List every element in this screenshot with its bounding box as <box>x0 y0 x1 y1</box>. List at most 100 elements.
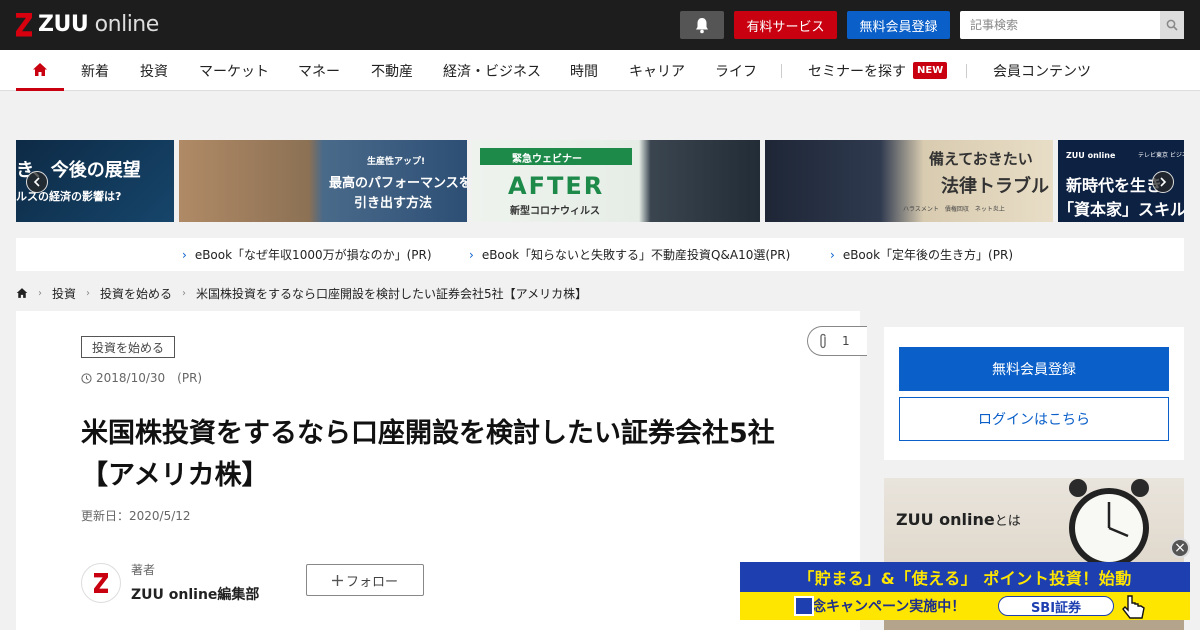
slide-heading: 新時代を生き <box>1066 176 1163 195</box>
chevron-right-icon: › <box>830 247 835 262</box>
sidebar-login-button[interactable]: ログインはこちら <box>899 397 1169 441</box>
nav-home[interactable] <box>16 50 64 91</box>
clock-icon <box>81 372 92 384</box>
home-icon[interactable] <box>16 287 28 299</box>
main-nav: 新着 投資 マーケット マネー 不動産 経済・ビジネス 時間 キャリア ライフ … <box>0 50 1200 91</box>
follow-label: フォロー <box>345 574 398 590</box>
close-icon: × <box>1174 540 1186 556</box>
article-card: 投資を始める 1 2018/10/30 (PR) 米国株投資をするなら口座開設を… <box>16 311 867 630</box>
author-label: 著者 <box>131 563 156 577</box>
chevron-right-icon <box>1160 177 1167 187</box>
chevron-right-icon: › <box>38 287 42 299</box>
nav-item-new[interactable]: 新着 <box>81 50 109 91</box>
breadcrumb: › 投資 › 投資を始める › 米国株投資をするなら口座開設を検討したい証券会社… <box>16 284 587 302</box>
ebook-link-label: eBook「なぜ年収1000万が損なのか」(PR) <box>194 248 432 262</box>
logo-main-text: ZUU <box>38 12 89 37</box>
gift-icon <box>794 596 814 616</box>
nav-item-seminar[interactable]: セミナーを探す NEW <box>808 50 948 91</box>
logo-sub-text: online <box>88 12 160 37</box>
follow-button[interactable]: フォロー <box>306 564 424 596</box>
slide-subheading: 新型コロナウィルス <box>510 206 600 217</box>
paid-service-button[interactable]: 有料サービス <box>734 11 837 39</box>
breadcrumb-item[interactable]: 投資を始める <box>100 285 172 302</box>
nav-item-life[interactable]: ライフ <box>715 50 757 91</box>
banner-carousel: き、今後の展望 ルスの経済の影響は? 生産性アップ! 最高のパフォーマンスを 引… <box>16 140 1184 222</box>
free-register-button[interactable]: 無料会員登録 <box>847 11 950 39</box>
category-tag[interactable]: 投資を始める <box>81 336 176 358</box>
floating-ad[interactable]: 「貯まる」&「使える」 ポイント投資！始動 記念キャンペーン実施中！ SBI証券 <box>740 562 1190 620</box>
chevron-right-icon: › <box>86 287 91 299</box>
slide-subheading: 「資本家」スキル <box>1058 200 1184 219</box>
clip-count: 1 <box>842 334 850 348</box>
breadcrumb-current: 米国株投資をするなら口座開設を検討したい証券会社5社【アメリカ株】 <box>196 286 588 301</box>
slide-heading: 備えておきたい <box>929 150 1033 168</box>
plus-icon <box>331 574 343 586</box>
ebook-link-label: eBook「知らないと失敗する」不動産投資Q&A10選(PR) <box>481 248 791 262</box>
ebook-bar: › eBook「なぜ年収1000万が損なのか」(PR) › eBook「知らない… <box>16 238 1184 271</box>
article-title: 米国株投資をするなら口座開設を検討したい証券会社5社【アメリカ株】 <box>81 418 775 491</box>
breadcrumb-item[interactable]: 投資 <box>52 285 76 302</box>
seminar-label: セミナーを探す <box>808 63 906 80</box>
pointer-hand-icon <box>1122 595 1145 619</box>
slide-partner: テレビ東京 ビジネスオン <box>1138 152 1184 159</box>
nav-item-market[interactable]: マーケット <box>199 50 269 91</box>
chevron-right-icon: › <box>182 247 187 262</box>
ebook-link-label: eBook「定年後の生き方」(PR) <box>842 248 1013 262</box>
clip-button[interactable]: 1 <box>807 326 867 356</box>
nav-divider <box>966 64 967 78</box>
carousel-next-button[interactable] <box>1152 171 1174 193</box>
paperclip-icon <box>820 333 826 349</box>
ad-close-button[interactable]: × <box>1170 538 1190 558</box>
bell-icon <box>696 17 708 33</box>
carousel-slide[interactable]: 緊急ウェビナー AFTER 新型コロナウィルス <box>472 140 760 222</box>
carousel-slide[interactable]: 生産性アップ! 最高のパフォーマンスを 引き出す方法 <box>179 140 467 222</box>
sidebar-register-button[interactable]: 無料会員登録 <box>899 347 1169 391</box>
search-box <box>960 11 1184 39</box>
slide-tag: ZUU online <box>1066 151 1116 160</box>
nav-item-economy[interactable]: 経済・ビジネス <box>443 50 541 91</box>
sbi-logo: SBI証券 <box>998 596 1114 616</box>
zuu-logo-icon <box>16 13 32 37</box>
about-title: ZUU online <box>896 510 995 529</box>
author-avatar[interactable] <box>81 563 121 603</box>
slide-heading: AFTER <box>508 172 605 200</box>
site-logo[interactable]: ZUU online <box>16 12 159 37</box>
about-suffix: とは <box>994 514 1021 529</box>
nav-item-realestate[interactable]: 不動産 <box>371 50 413 91</box>
carousel-slide[interactable]: 備えておきたい 法律トラブル ハラスメント 債権回収 ネット炎上 <box>765 140 1053 222</box>
zuu-logo-icon <box>94 573 108 593</box>
updated-date: 更新日：2020/5/12 <box>81 509 191 523</box>
publish-date: 2018/10/30 (PR) <box>81 371 202 385</box>
nav-item-career[interactable]: キャリア <box>629 50 685 91</box>
new-badge: NEW <box>913 62 948 79</box>
date-text: 2018/10/30 <box>96 371 166 385</box>
slide-subheading: 法律トラブル <box>941 176 1049 197</box>
about-heading: ZUU onlineとは <box>896 510 1021 529</box>
search-button[interactable] <box>1160 11 1184 39</box>
nav-item-time[interactable]: 時間 <box>570 50 598 91</box>
nav-divider <box>781 64 782 78</box>
author-name[interactable]: ZUU online編集部 <box>131 584 259 604</box>
search-input[interactable] <box>960 11 1160 39</box>
slide-tag: 緊急ウェビナー <box>512 154 582 165</box>
slide-heading: 最高のパフォーマンスを <box>329 176 467 191</box>
pr-label: (PR) <box>177 371 203 385</box>
ad-subline-text: 記念キャンペーン実施中！ <box>798 599 966 615</box>
chevron-right-icon: › <box>182 287 187 299</box>
home-icon <box>33 62 47 76</box>
member-box: 無料会員登録 ログインはこちら <box>884 327 1184 460</box>
ad-headline: 「貯まる」&「使える」 ポイント投資！始動 <box>740 562 1190 592</box>
ebook-link[interactable]: › eBook「定年後の生き方」(PR) <box>830 238 1013 271</box>
search-icon <box>1166 19 1178 31</box>
ebook-link[interactable]: › eBook「なぜ年収1000万が損なのか」(PR) <box>182 238 432 271</box>
notification-button[interactable] <box>680 11 724 39</box>
nav-item-members[interactable]: 会員コンテンツ <box>993 50 1091 91</box>
nav-item-money[interactable]: マネー <box>298 50 340 91</box>
carousel-prev-button[interactable] <box>26 171 48 193</box>
chevron-right-icon: › <box>469 247 474 262</box>
slide-caption: ハラスメント 債権回収 ネット炎上 <box>903 206 1005 213</box>
ebook-link[interactable]: › eBook「知らないと失敗する」不動産投資Q&A10選(PR) <box>469 238 790 271</box>
slide-subheading: 引き出す方法 <box>354 196 433 211</box>
chevron-left-icon <box>33 177 40 187</box>
nav-item-invest[interactable]: 投資 <box>140 50 168 91</box>
